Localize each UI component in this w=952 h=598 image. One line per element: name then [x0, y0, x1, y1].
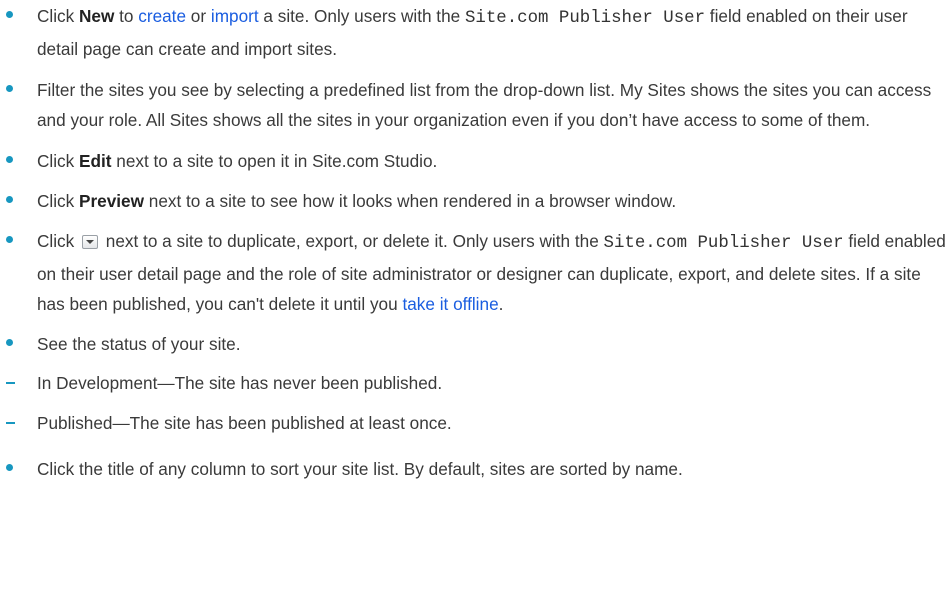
list-item: Click the title of any column to sort yo…	[0, 454, 952, 484]
sublist-item: In Development—The site has never been p…	[0, 368, 950, 398]
bullet-icon	[6, 196, 13, 203]
list-item: Filter the sites you see by selecting a …	[0, 75, 952, 135]
item-text: See the status of your site.	[37, 334, 241, 354]
item-text: Filter the sites you see by selecting a …	[37, 80, 932, 130]
item-text: a site. Only users with the	[258, 6, 465, 26]
status-text: Published—The site has been published at…	[37, 413, 452, 433]
edit-button-label: Edit	[79, 151, 112, 171]
dropdown-menu-icon	[82, 235, 99, 249]
take-offline-link[interactable]: take it offline	[402, 294, 498, 314]
item-text: next to a site to duplicate, export, or …	[101, 231, 604, 251]
item-text: Click the title of any column to sort yo…	[37, 459, 683, 479]
bullet-icon	[6, 464, 13, 471]
item-text: to	[114, 6, 139, 26]
create-link[interactable]: create	[138, 6, 186, 26]
list-item: Click New to create or import a site. On…	[0, 1, 952, 64]
item-text: Click	[37, 231, 80, 251]
status-sublist: In Development—The site has never been p…	[0, 368, 950, 438]
permission-code: Site.com Publisher User	[603, 234, 844, 253]
preview-button-label: Preview	[79, 191, 144, 211]
item-text: next to a site to see how it looks when …	[144, 191, 677, 211]
list-item: Click Preview next to a site to see how …	[0, 186, 952, 216]
bullet-icon	[6, 156, 13, 163]
permission-code: Site.com Publisher User	[464, 9, 706, 28]
import-link[interactable]: import	[211, 6, 259, 26]
item-text: next to a site to open it in Site.com St…	[111, 151, 438, 171]
list-item: Click next to a site to duplicate, expor…	[0, 226, 952, 319]
new-button-label: New	[79, 6, 115, 26]
bullet-icon	[6, 11, 13, 18]
list-item: Click Edit next to a site to open it in …	[0, 146, 952, 176]
instruction-list: Click New to create or import a site. On…	[0, 1, 952, 484]
status-text: In Development—The site has never been p…	[37, 373, 443, 393]
sublist-item: Published—The site has been published at…	[0, 408, 950, 438]
dash-icon	[6, 422, 15, 424]
bullet-icon	[6, 339, 13, 346]
item-text: .	[498, 294, 504, 314]
item-text: Click	[37, 191, 80, 211]
item-text: or	[186, 6, 211, 26]
item-text: Click	[37, 151, 80, 171]
document-page: Click New to create or import a site. On…	[0, 0, 952, 598]
bullet-icon	[6, 85, 13, 92]
bullet-icon	[6, 236, 13, 243]
item-text: Click	[37, 6, 80, 26]
dash-icon	[6, 382, 15, 384]
list-item: See the status of your site. In Developm…	[0, 329, 952, 438]
